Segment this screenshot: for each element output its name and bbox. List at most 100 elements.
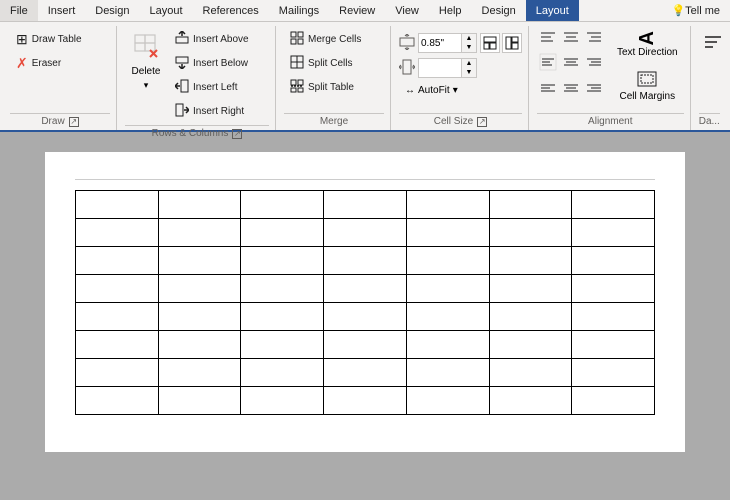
- table-row[interactable]: [76, 387, 655, 415]
- draw-group-expand[interactable]: ↗: [69, 117, 79, 127]
- table-cell[interactable]: [572, 359, 655, 387]
- table-cell[interactable]: [241, 303, 324, 331]
- table-cell[interactable]: [76, 331, 159, 359]
- table-cell[interactable]: [406, 331, 489, 359]
- table-cell[interactable]: [572, 247, 655, 275]
- menu-layout[interactable]: Layout: [140, 0, 193, 21]
- table-cell[interactable]: [76, 275, 159, 303]
- table-cell[interactable]: [572, 191, 655, 219]
- table-cell[interactable]: [241, 219, 324, 247]
- table-cell[interactable]: [406, 387, 489, 415]
- table-cell[interactable]: [324, 359, 407, 387]
- align-top-center-button[interactable]: [560, 28, 582, 50]
- table-row[interactable]: [76, 247, 655, 275]
- split-cells-button[interactable]: Split Cells: [284, 52, 384, 75]
- table-cell[interactable]: [241, 359, 324, 387]
- menu-file[interactable]: File: [0, 0, 38, 21]
- menu-review[interactable]: Review: [329, 0, 385, 21]
- table-cell[interactable]: [406, 275, 489, 303]
- insert-above-button[interactable]: Insert Above: [169, 28, 269, 51]
- table-cell[interactable]: [324, 191, 407, 219]
- align-top-right-button[interactable]: [583, 28, 605, 50]
- width-input[interactable]: [419, 59, 461, 77]
- table-size-btn1[interactable]: [480, 33, 500, 53]
- cell-size-expand[interactable]: ↗: [477, 117, 487, 127]
- table-cell[interactable]: [241, 275, 324, 303]
- insert-below-button[interactable]: Insert Below: [169, 52, 269, 75]
- table-cell[interactable]: [76, 191, 159, 219]
- table-cell[interactable]: [158, 219, 241, 247]
- data-sort-button[interactable]: [699, 28, 727, 60]
- table-cell[interactable]: [324, 275, 407, 303]
- menu-mailings[interactable]: Mailings: [269, 0, 329, 21]
- table-cell[interactable]: [158, 275, 241, 303]
- draw-table-button[interactable]: ⊞ Draw Table: [10, 28, 110, 51]
- align-bottom-center-button[interactable]: [560, 74, 582, 96]
- table-cell[interactable]: [489, 303, 572, 331]
- table-cell[interactable]: [489, 247, 572, 275]
- table-cell[interactable]: [489, 331, 572, 359]
- table-row[interactable]: [76, 275, 655, 303]
- table-cell[interactable]: [241, 331, 324, 359]
- width-spin-down[interactable]: ▼: [462, 68, 476, 77]
- table-cell[interactable]: [241, 191, 324, 219]
- table-cell[interactable]: [489, 387, 572, 415]
- cell-margins-button[interactable]: Cell Margins: [611, 65, 684, 107]
- delete-dropdown-button[interactable]: ▾: [125, 79, 167, 93]
- table-row[interactable]: [76, 359, 655, 387]
- height-spin-up[interactable]: ▲: [462, 34, 476, 43]
- rows-columns-expand[interactable]: ↗: [232, 129, 242, 139]
- table-cell[interactable]: [406, 359, 489, 387]
- table-size-btn2[interactable]: [502, 33, 522, 53]
- table-cell[interactable]: [406, 219, 489, 247]
- table-cell[interactable]: [489, 275, 572, 303]
- document-table[interactable]: [75, 190, 655, 415]
- document-area[interactable]: [0, 132, 730, 500]
- menu-references[interactable]: References: [193, 0, 269, 21]
- table-cell[interactable]: [489, 191, 572, 219]
- split-table-button[interactable]: Split Table: [284, 76, 384, 99]
- align-middle-right-button[interactable]: [583, 51, 605, 73]
- eraser-button[interactable]: ✗ Eraser: [10, 52, 110, 75]
- table-cell[interactable]: [489, 359, 572, 387]
- table-cell[interactable]: [76, 387, 159, 415]
- insert-left-button[interactable]: Insert Left: [169, 76, 269, 99]
- autofit-button[interactable]: ↔ AutoFit ▾: [399, 82, 464, 99]
- table-cell[interactable]: [158, 331, 241, 359]
- insert-right-button[interactable]: Insert Right: [169, 100, 269, 123]
- align-bottom-right-button[interactable]: [583, 74, 605, 96]
- table-cell[interactable]: [76, 219, 159, 247]
- table-cell[interactable]: [241, 387, 324, 415]
- table-cell[interactable]: [406, 247, 489, 275]
- table-row[interactable]: [76, 191, 655, 219]
- height-spin-down[interactable]: ▼: [462, 43, 476, 52]
- merge-cells-button[interactable]: Merge Cells: [284, 28, 384, 51]
- align-top-left-button[interactable]: [537, 28, 559, 50]
- align-bottom-left-button[interactable]: [537, 74, 559, 96]
- table-row[interactable]: [76, 331, 655, 359]
- menu-layout-active[interactable]: Layout: [526, 0, 579, 21]
- height-input[interactable]: [419, 34, 461, 52]
- table-row[interactable]: [76, 219, 655, 247]
- table-cell[interactable]: [241, 247, 324, 275]
- table-cell[interactable]: [406, 303, 489, 331]
- table-cell[interactable]: [158, 191, 241, 219]
- table-cell[interactable]: [324, 387, 407, 415]
- text-direction-button[interactable]: A Text Direction: [611, 28, 684, 63]
- table-cell[interactable]: [76, 303, 159, 331]
- table-cell[interactable]: [158, 303, 241, 331]
- table-cell[interactable]: [324, 303, 407, 331]
- table-cell[interactable]: [406, 191, 489, 219]
- menu-design2[interactable]: Design: [472, 0, 526, 21]
- menu-help[interactable]: Help: [429, 0, 472, 21]
- delete-top-button[interactable]: Delete: [126, 28, 167, 79]
- table-cell[interactable]: [572, 219, 655, 247]
- menu-view[interactable]: View: [385, 0, 429, 21]
- table-cell[interactable]: [572, 387, 655, 415]
- table-cell[interactable]: [572, 275, 655, 303]
- menu-insert[interactable]: Insert: [38, 0, 86, 21]
- table-cell[interactable]: [76, 247, 159, 275]
- width-spin-up[interactable]: ▲: [462, 59, 476, 68]
- menu-design[interactable]: Design: [85, 0, 139, 21]
- table-cell[interactable]: [158, 359, 241, 387]
